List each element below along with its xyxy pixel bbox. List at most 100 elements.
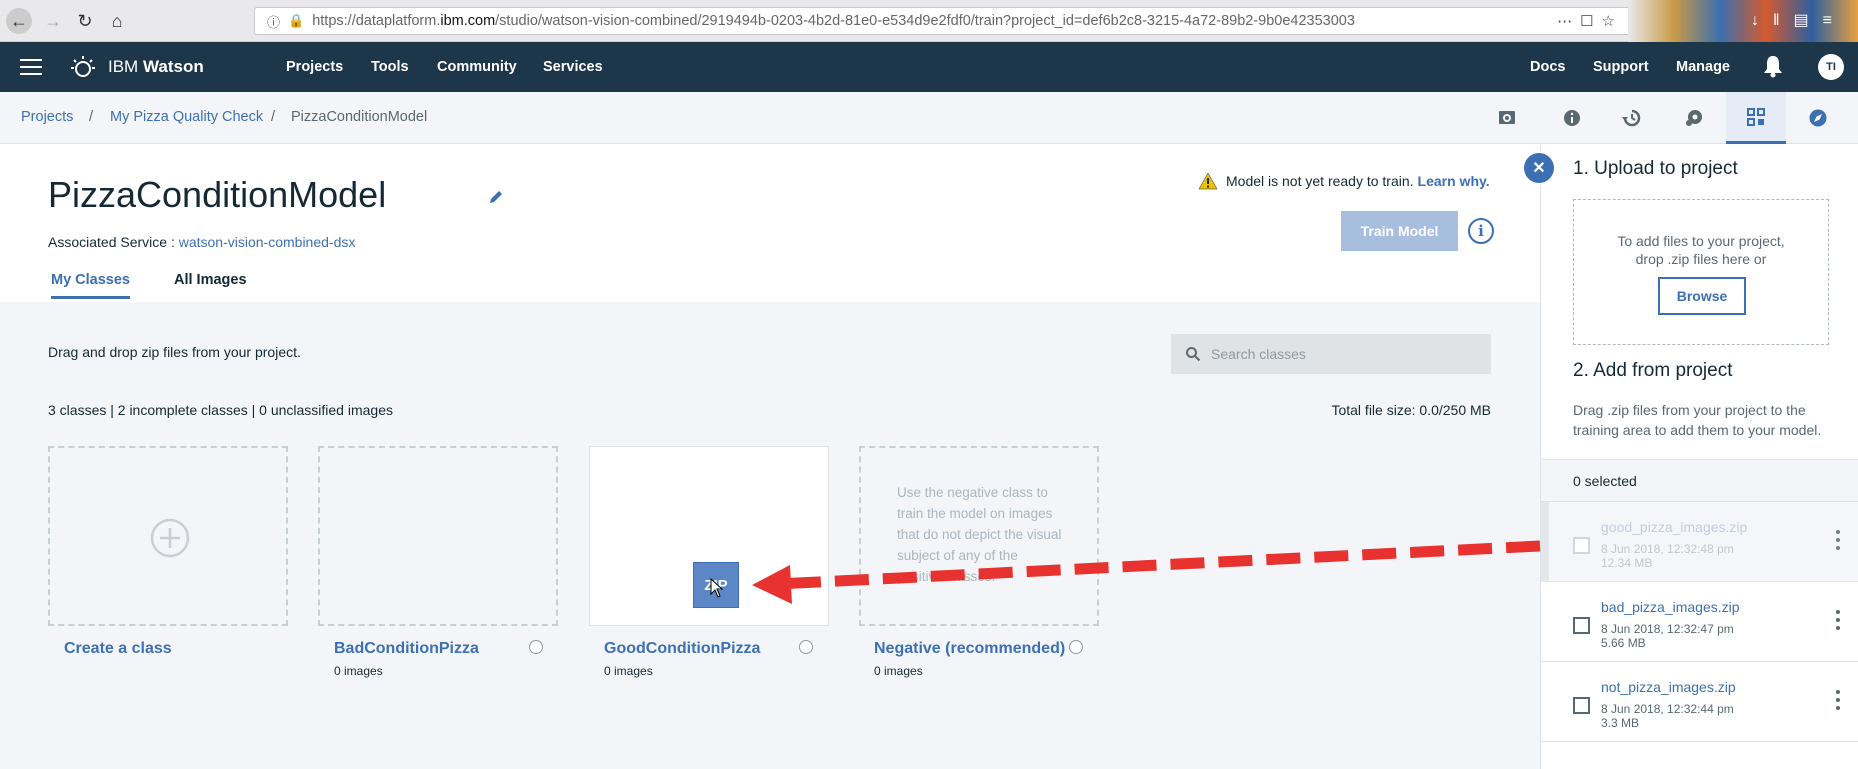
train-model-button[interactable]: Train Model [1341,211,1458,251]
warning-text: Model is not yet ready to train. [1226,173,1414,189]
kebab-icon[interactable] [1836,530,1840,552]
selected-count: 0 selected [1541,459,1858,502]
drag-handle[interactable] [1541,502,1549,582]
class-name-negative[interactable]: Negative (recommended) [874,640,1065,658]
tab-my-classes[interactable]: My Classes [51,272,130,299]
add-from-project-heading: 2. Add from project [1573,360,1733,381]
nav-services[interactable]: Services [543,59,603,75]
class-radio-bad[interactable] [529,640,543,654]
hamburger-icon[interactable] [20,59,42,75]
class-name-good[interactable]: GoodConditionPizza [604,640,760,658]
create-class-card[interactable] [48,446,288,626]
tab-all-images[interactable]: All Images [174,272,247,288]
edit-icon[interactable] [487,188,505,206]
site-info-icon[interactable]: ⓘ [267,12,280,31]
tab-palette[interactable] [1664,92,1724,144]
bell-icon[interactable] [1762,54,1784,78]
breadcrumb: Projects / My Pizza Quality Check / Pizz… [0,92,1540,144]
reload-icon[interactable]: ↻ [72,8,98,34]
side-panel-tabs [1540,92,1858,144]
watson-logo-icon[interactable] [70,54,96,80]
lock-icon: 🔒 [288,13,305,28]
page-title: PizzaConditionModel [48,174,387,215]
file-row[interactable]: good_pizza_images.zip 8 Jun 2018, 12:32:… [1541,502,1858,582]
file-row[interactable]: bad_pizza_images.zip 8 Jun 2018, 12:32:4… [1541,582,1858,662]
learn-why-link[interactable]: Learn why. [1418,173,1490,189]
create-class-link[interactable]: Create a class [64,640,172,658]
page-actions-icon[interactable]: ⋯☐☆ [1557,12,1623,30]
associated-service: Associated Service : watson-vision-combi… [48,234,355,250]
back-arrow-icon[interactable]: ← [6,8,32,34]
browse-button[interactable]: Browse [1658,277,1746,315]
breadcrumb-project[interactable]: My Pizza Quality Check [110,109,263,125]
nav-support[interactable]: Support [1593,59,1649,75]
browser-theme-area: ↓‖▤≡ [1628,0,1858,42]
file-name[interactable]: good_pizza_images.zip [1601,519,1747,535]
search-placeholder: Search classes [1211,346,1306,362]
close-icon[interactable]: ✕ [1524,153,1554,183]
class-card-bad[interactable] [318,446,558,626]
class-radio-negative[interactable] [1069,640,1083,654]
file-size: 12.34 MB [1601,556,1653,570]
class-count-negative: 0 images [874,664,923,678]
tab-info[interactable] [1542,92,1602,144]
associated-service-link[interactable]: watson-vision-combined-dsx [179,234,356,250]
url-text: https://dataplatform.ibm.com/studio/wats… [312,13,1355,29]
class-card-negative[interactable]: Use the negative class to train the mode… [859,446,1099,626]
breadcrumb-current: PizzaConditionModel [291,109,428,125]
info-icon[interactable]: i [1468,218,1494,244]
kebab-icon[interactable] [1836,690,1840,712]
file-checkbox[interactable] [1573,697,1590,714]
file-checkbox[interactable] [1573,617,1590,634]
file-date: 8 Jun 2018, 12:32:44 pm [1601,702,1734,716]
warning-icon [1198,172,1218,190]
top-navigation: IBM Watson Projects Tools Community Serv… [0,42,1858,92]
forward-arrow-icon[interactable]: → [40,8,66,34]
kebab-icon[interactable] [1836,610,1840,632]
file-name[interactable]: bad_pizza_images.zip [1601,599,1740,615]
file-date: 8 Jun 2018, 12:32:47 pm [1601,622,1734,636]
nav-community[interactable]: Community [437,59,517,75]
class-stats: 3 classes | 2 incomplete classes | 0 unc… [48,402,393,418]
file-size: 3.3 MB [1601,716,1640,730]
home-icon[interactable]: ⌂ [104,8,130,34]
brand-title[interactable]: IBM Watson [108,57,204,77]
nav-manage[interactable]: Manage [1676,59,1730,75]
tab-history[interactable] [1602,92,1662,144]
file-size: 5.66 MB [1601,636,1646,650]
class-name-bad[interactable]: BadConditionPizza [334,640,479,658]
cursor-icon [710,578,724,598]
file-row[interactable]: not_pizza_images.zip 8 Jun 2018, 12:32:4… [1541,662,1858,742]
upload-heading: 1. Upload to project [1573,158,1738,179]
total-file-size: Total file size: 0.0/250 MB [1331,402,1491,418]
file-drop-zone[interactable]: To add files to your project, drop .zip … [1573,199,1829,345]
address-bar[interactable]: ⓘ 🔒 https://dataplatform.ibm.com/studio/… [254,7,1634,35]
nav-tools[interactable]: Tools [371,59,409,75]
add-from-project-desc: Drag .zip files from your project to the… [1573,402,1822,438]
info-icon [1564,110,1580,126]
file-checkbox[interactable] [1573,537,1590,554]
file-date: 8 Jun 2018, 12:32:48 pm [1601,542,1734,556]
class-count-good: 0 images [604,664,653,678]
search-icon [1186,347,1201,362]
library-icon[interactable]: ↓‖▤≡ [1751,10,1846,30]
drop-text-line-1: To add files to your project, [1617,233,1785,249]
drop-text-line-2: drop .zip files here or [1635,251,1767,267]
avatar[interactable]: TI [1818,54,1844,80]
breadcrumb-separator: / [271,109,276,125]
model-warning: Model is not yet ready to train. Learn w… [1198,172,1490,190]
breadcrumb-projects[interactable]: Projects [21,109,73,125]
nav-projects[interactable]: Projects [286,59,343,75]
search-input[interactable]: Search classes [1171,334,1491,374]
palette-icon [1686,110,1702,126]
camera-icon[interactable] [1498,108,1516,126]
tab-compass[interactable] [1788,92,1848,144]
classes-area: Drag and drop zip files from your projec… [0,302,1540,769]
nav-docs[interactable]: Docs [1530,59,1565,75]
associated-service-label: Associated Service : [48,234,179,250]
class-count-bad: 0 images [334,664,383,678]
tab-data[interactable] [1726,92,1786,144]
class-radio-good[interactable] [799,640,813,654]
file-name[interactable]: not_pizza_images.zip [1601,679,1736,695]
add-data-panel: 1. Upload to project To add files to you… [1540,144,1858,769]
